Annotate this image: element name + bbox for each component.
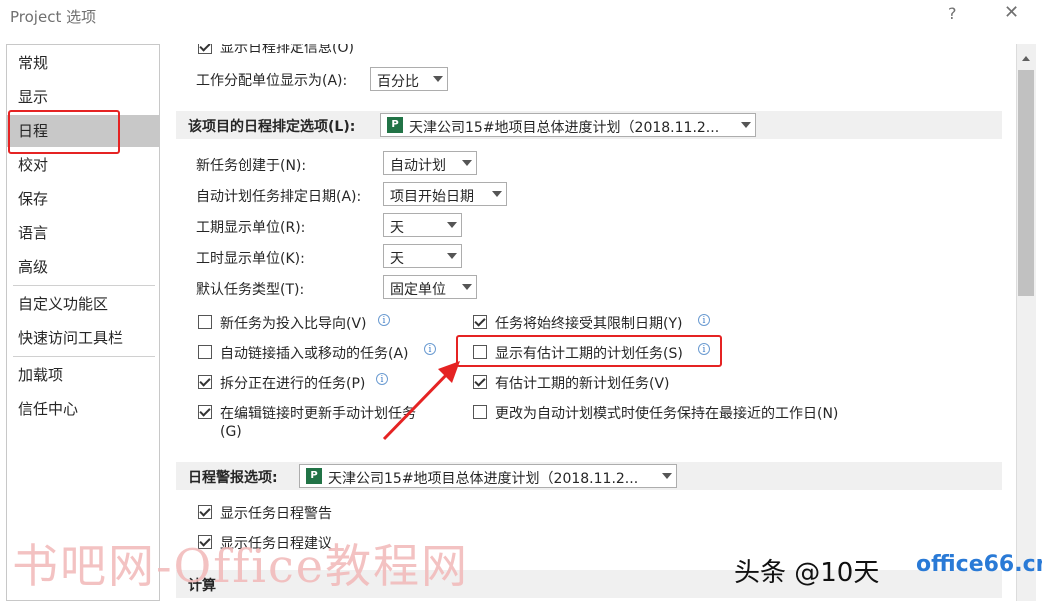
alert-options-title: 日程警报选项: [188, 470, 278, 486]
watermark-right: 头条 @10天 [734, 558, 880, 588]
info-icon: i [698, 314, 710, 326]
highlight-box-schedule [8, 110, 120, 154]
nav-item-quick-access-toolbar[interactable]: 快速访问工具栏 [7, 322, 159, 354]
options-content: 显示日程排定信息(O) 工作分配单位显示为(A): 百分比 该项目的日程排定选项… [168, 44, 1014, 601]
watermark-site: office66.cn [916, 552, 1042, 577]
default-task-type-dropdown[interactable]: 固定单位 [383, 275, 477, 299]
keep-working-day-label: 更改为自动计划模式时使任务保持在最接近的工作日(N) [495, 406, 839, 422]
nav-item-general[interactable]: 常规 [7, 47, 159, 79]
new-task-value: 自动计划 [390, 158, 446, 174]
new-estimated-label: 有估计工期的新计划任务(V) [495, 376, 670, 392]
honor-constraint-checkbox[interactable] [473, 315, 487, 329]
show-schedule-info-label: 显示日程排定信息(O) [220, 44, 354, 56]
nav-item-language[interactable]: 语言 [7, 217, 159, 249]
work-unit-value: 百分比 [377, 74, 419, 90]
alert-project-value: 天津公司15#地项目总体进度计划（2018.11.2... [328, 471, 639, 487]
auto-schedule-date-value: 项目开始日期 [390, 189, 474, 205]
project-file-icon: P [306, 468, 322, 484]
duration-unit-value: 天 [390, 220, 404, 236]
annotation-arrow-icon [382, 361, 460, 441]
auto-schedule-date-label: 自动计划任务排定日期(A): [196, 189, 362, 205]
new-estimated-checkbox[interactable] [473, 375, 487, 389]
scroll-up-icon[interactable] [1018, 50, 1034, 66]
scrollbar-thumb[interactable] [1018, 70, 1034, 296]
highlight-box-show-estimated [456, 335, 722, 367]
work-unit-dropdown[interactable]: 百分比 [370, 67, 448, 91]
split-tasks-checkbox[interactable] [198, 375, 212, 389]
chevron-down-icon [447, 222, 457, 228]
close-icon[interactable]: ✕ [1004, 2, 1019, 23]
show-schedule-info-checkbox[interactable] [198, 44, 212, 54]
effort-driven-label: 新任务为投入比导向(V) [220, 316, 367, 332]
nav-divider [13, 356, 155, 357]
duration-unit-dropdown[interactable]: 天 [383, 213, 462, 237]
default-task-type-label: 默认任务类型(T): [196, 282, 305, 298]
duration-unit-label: 工期显示单位(R): [196, 220, 306, 236]
new-task-label: 新任务创建于(N): [196, 158, 307, 174]
split-tasks-label: 拆分正在进行的任务(P) [220, 376, 366, 392]
schedule-project-dropdown[interactable]: P 天津公司15#地项目总体进度计划（2018.11.2... [380, 113, 756, 137]
nav-item-customize-ribbon[interactable]: 自定义功能区 [7, 288, 159, 320]
alert-project-dropdown[interactable]: P 天津公司15#地项目总体进度计划（2018.11.2... [299, 464, 677, 488]
info-icon: i [424, 343, 436, 355]
watermark-left: 书吧网-Office教程网 [12, 539, 470, 593]
chevron-down-icon [433, 76, 443, 82]
show-warnings-checkbox[interactable] [198, 505, 212, 519]
update-manual-tasks-label-accel: (G) [220, 424, 242, 440]
work-unit-label: 工作分配单位显示为(A): [196, 73, 348, 89]
nav-item-save[interactable]: 保存 [7, 183, 159, 215]
project-file-icon: P [387, 117, 403, 133]
help-icon[interactable]: ? [948, 4, 957, 23]
auto-schedule-date-dropdown[interactable]: 项目开始日期 [383, 182, 507, 206]
schedule-options-title: 该项目的日程排定选项(L): [188, 119, 356, 135]
new-task-dropdown[interactable]: 自动计划 [383, 151, 477, 175]
update-manual-tasks-checkbox[interactable] [198, 405, 212, 419]
info-icon: i [378, 314, 390, 326]
chevron-down-icon [447, 253, 457, 259]
default-task-type-value: 固定单位 [390, 282, 446, 298]
honor-constraint-label: 任务将始终接受其限制日期(Y) [495, 316, 683, 332]
show-warnings-label: 显示任务日程警告 [220, 506, 332, 522]
nav-item-add-ins[interactable]: 加载项 [7, 359, 159, 391]
chevron-down-icon [462, 160, 472, 166]
schedule-project-value: 天津公司15#地项目总体进度计划（2018.11.2... [409, 120, 720, 136]
window-title: Project 选项 [10, 8, 97, 26]
nav-item-trust-center[interactable]: 信任中心 [7, 393, 159, 425]
chevron-down-icon [462, 284, 472, 290]
chevron-down-icon [492, 191, 502, 197]
keep-working-day-checkbox[interactable] [473, 405, 487, 419]
work-unit-display-value: 天 [390, 251, 404, 267]
work-unit-display-label: 工时显示单位(K): [196, 251, 305, 267]
chevron-down-icon [662, 473, 672, 479]
title-bar: Project 选项 ? ✕ [0, 0, 1042, 34]
nav-item-display[interactable]: 显示 [7, 81, 159, 113]
nav-item-advanced[interactable]: 高级 [7, 251, 159, 283]
work-unit-display-dropdown[interactable]: 天 [383, 244, 462, 268]
chevron-down-icon [741, 122, 751, 128]
effort-driven-checkbox[interactable] [198, 315, 212, 329]
autolink-checkbox[interactable] [198, 345, 212, 359]
nav-divider [13, 285, 155, 286]
